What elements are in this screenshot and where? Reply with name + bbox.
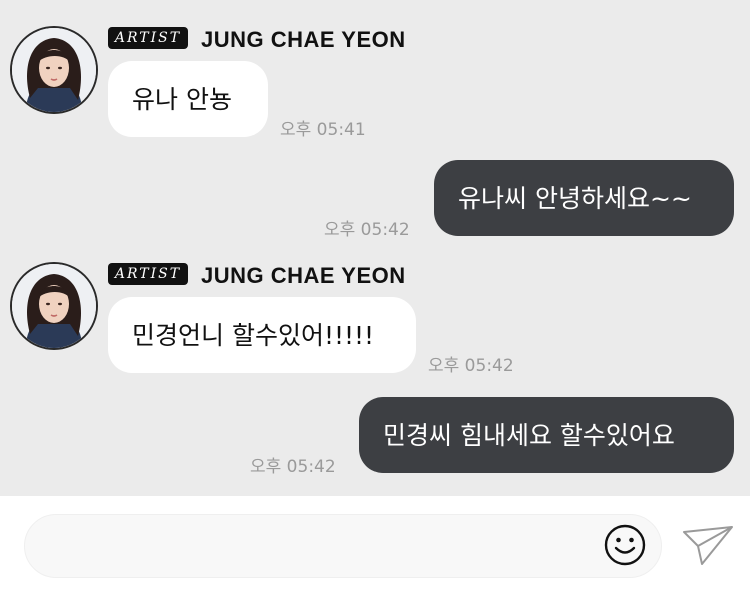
outgoing-message-bubble[interactable]: 유나씨 안녕하세요~~: [434, 160, 734, 236]
outgoing-message-bubble[interactable]: 민경씨 힘내세요 할수있어요: [359, 397, 734, 473]
sender-avatar[interactable]: [10, 26, 98, 114]
avatar-portrait-icon: [12, 28, 96, 112]
message-input[interactable]: [24, 514, 662, 578]
message-timestamp: 오후 05:41: [280, 120, 366, 140]
message-timestamp: 오후 05:42: [428, 356, 514, 376]
incoming-message-bubble[interactable]: 민경언니 할수있어!!!!!: [108, 297, 416, 373]
chat-thread: ARTIST JUNG CHAE YEON 유나 안뇽 오후 05:41 유나씨…: [0, 0, 750, 496]
send-button[interactable]: [680, 524, 736, 568]
emoji-button[interactable]: [602, 522, 648, 568]
artist-badge: ARTIST: [108, 263, 188, 285]
sender-name: JUNG CHAE YEON: [201, 263, 406, 288]
sender-avatar[interactable]: [10, 262, 98, 350]
paper-plane-send-icon: [683, 526, 733, 565]
avatar-portrait-icon: [12, 264, 96, 348]
message-timestamp: 오후 05:42: [324, 220, 410, 240]
incoming-message-bubble[interactable]: 유나 안뇽: [108, 61, 268, 137]
message-composer: [0, 496, 750, 596]
artist-badge: ARTIST: [108, 27, 188, 49]
smiley-face-icon: [604, 524, 646, 566]
sender-name: JUNG CHAE YEON: [201, 27, 406, 52]
message-timestamp: 오후 05:42: [250, 457, 336, 477]
